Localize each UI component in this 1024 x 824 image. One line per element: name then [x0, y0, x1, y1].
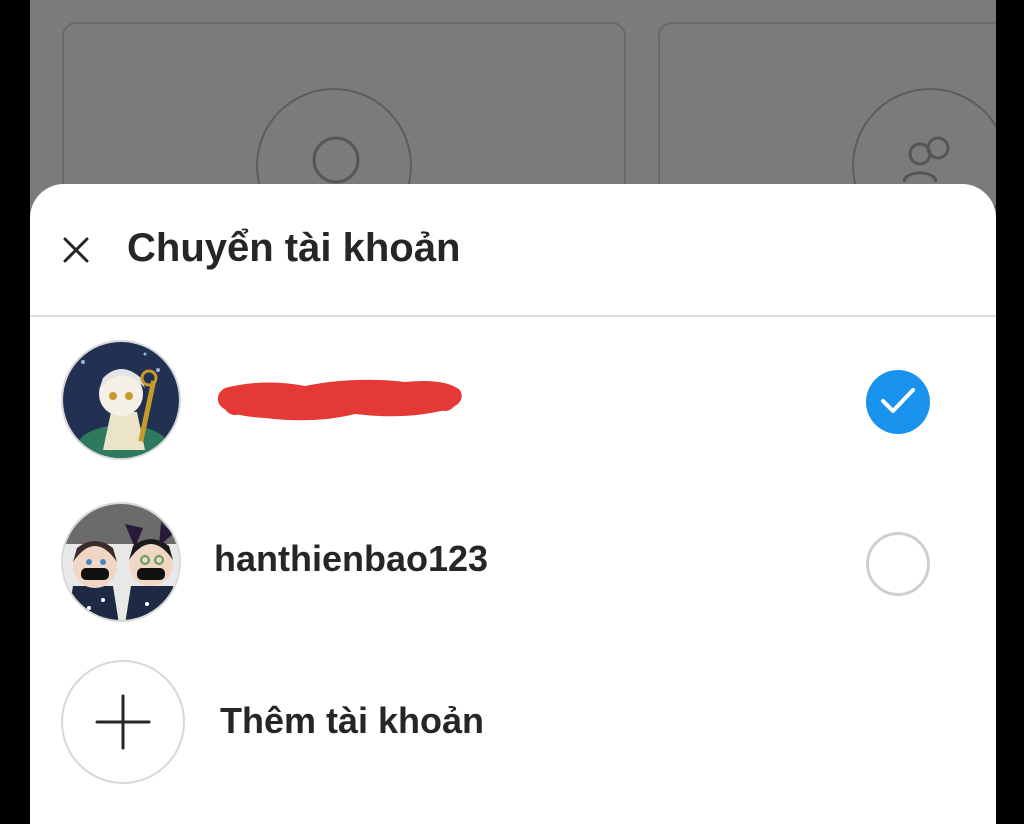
- add-account-label: Thêm tài khoản: [220, 700, 485, 741]
- account-select-radio[interactable]: [866, 532, 930, 596]
- close-icon: [63, 237, 89, 263]
- plus-icon: [95, 694, 151, 750]
- close-button[interactable]: [56, 230, 96, 270]
- avatar: [61, 340, 181, 460]
- avatar: [61, 502, 181, 622]
- redaction-scribble: [217, 379, 462, 421]
- avatar-illustration: [63, 504, 179, 620]
- sheet-title: Chuyển tài khoản: [127, 226, 461, 270]
- sheet-header: Chuyển tài khoản: [30, 184, 996, 317]
- add-account-button[interactable]: [61, 660, 185, 784]
- add-account-row[interactable]: Thêm tài khoản: [30, 658, 996, 788]
- account-selected-indicator[interactable]: [866, 370, 930, 434]
- account-username: hanthienbao123: [214, 538, 489, 579]
- switch-account-sheet: Chuyển tài khoản hanthienbao123 Thêm tài…: [30, 184, 996, 824]
- avatar-illustration: [63, 342, 179, 458]
- redacted-username: [205, 364, 475, 430]
- checkmark-icon: [881, 388, 915, 413]
- account-row[interactable]: hanthienbao123: [30, 498, 996, 628]
- account-row-current[interactable]: [30, 336, 996, 466]
